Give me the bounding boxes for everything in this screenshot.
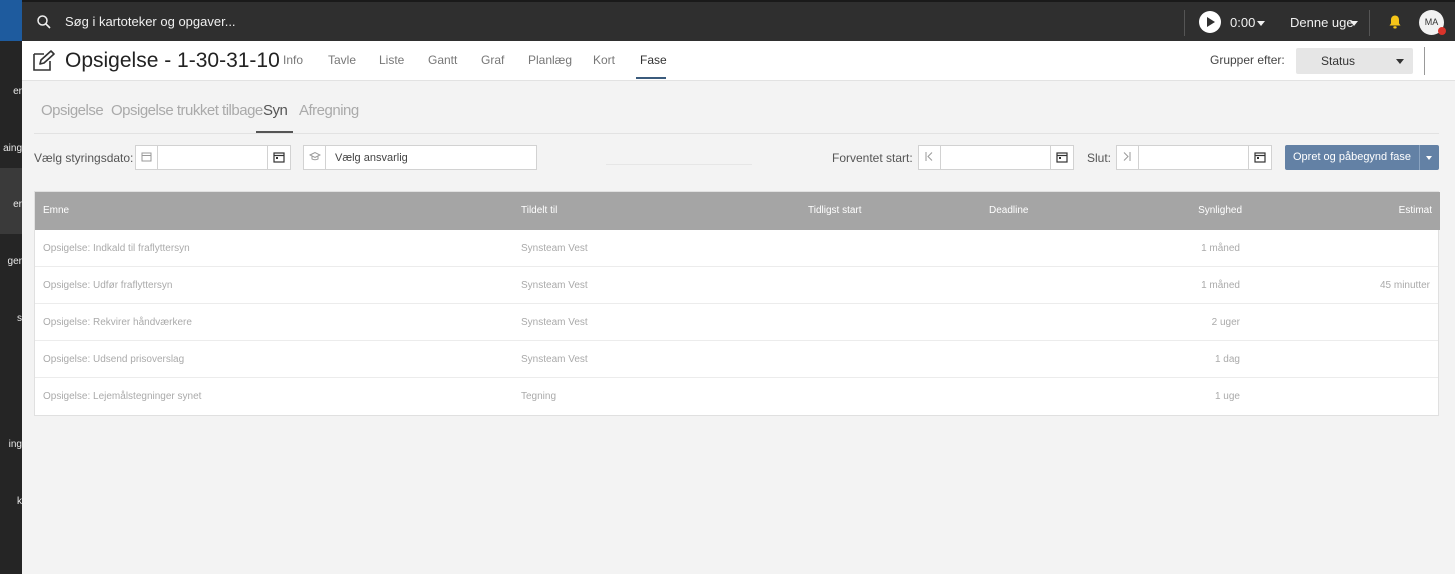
cell-emne: Opsigelse: Rekvirer håndværkere [43, 317, 192, 328]
cell-synlighed: 2 uger [1211, 317, 1240, 328]
slut-field[interactable] [1116, 145, 1272, 170]
cell-synlighed: 1 måned [1201, 243, 1240, 254]
forventet-start-field[interactable] [918, 145, 1074, 170]
chevron-down-icon [1396, 59, 1404, 64]
graduation-cap-icon [304, 146, 326, 169]
group-by-value: Status [1321, 54, 1356, 68]
cell-emne: Opsigelse: Udsend prisoverslag [43, 354, 185, 365]
divider [606, 164, 752, 165]
forventet-start-label: Forventet start: [832, 151, 913, 165]
sidebar-item-1[interactable]: er [0, 86, 22, 97]
page-header: Opsigelse - 1-30-31-10 Info Tavle Liste … [22, 41, 1455, 81]
cell-emne: Opsigelse: Indkald til fraflyttersyn [43, 243, 190, 254]
subtab-opsigelse[interactable]: Opsigelse [41, 102, 104, 119]
search-icon[interactable] [36, 14, 52, 30]
subtab-afregning[interactable]: Afregning [299, 102, 359, 119]
table-row[interactable]: Opsigelse: Lejemålstegninger synet Tegni… [35, 378, 1438, 415]
cell-synlighed: 1 måned [1201, 280, 1240, 291]
timer-value[interactable]: 0:00 [1230, 15, 1255, 30]
column-header-emne[interactable]: Emne [43, 205, 69, 216]
ansvarlig-placeholder: Vælg ansvarlig [335, 152, 408, 164]
bell-icon[interactable] [1388, 14, 1402, 30]
top-bar: Søg i kartoteker og opgaver... 0:00 Denn… [22, 0, 1455, 41]
topbar-divider [1184, 10, 1185, 36]
create-options-dropdown[interactable] [1419, 145, 1439, 170]
play-timer-button[interactable] [1199, 11, 1221, 33]
tab-info[interactable]: Info [283, 53, 303, 67]
tab-graf[interactable]: Graf [481, 53, 504, 67]
group-by-label: Grupper efter: [1210, 53, 1285, 67]
table-header: Emne Tildelt til Tidligst start Deadline… [35, 192, 1440, 230]
skip-start-icon [919, 146, 941, 169]
subtab-divider [34, 133, 1439, 134]
phase-task-table: Emne Tildelt til Tidligst start Deadline… [34, 191, 1440, 416]
column-header-tildelt-til[interactable]: Tildelt til [521, 205, 557, 216]
brand-logo[interactable] [0, 0, 22, 41]
calendar-picker-icon[interactable] [1050, 146, 1073, 169]
slut-label: Slut: [1087, 151, 1112, 165]
ansvarlig-field[interactable]: Vælg ansvarlig [303, 145, 537, 170]
cell-synlighed: 1 uge [1214, 391, 1240, 402]
active-tab-indicator [636, 77, 666, 79]
cell-tildelt: Synsteam Vest [521, 243, 588, 254]
edit-icon[interactable] [32, 50, 55, 72]
cell-synlighed: 1 dag [1214, 354, 1240, 365]
page-title: Opsigelse - 1-30-31-10 [65, 49, 280, 72]
column-header-tidligst-start[interactable]: Tidligst start [808, 205, 862, 216]
tab-kort[interactable]: Kort [593, 53, 615, 67]
topbar-divider [1369, 10, 1370, 36]
column-header-deadline[interactable]: Deadline [989, 205, 1028, 216]
table-row[interactable]: Opsigelse: Udfør fraflyttersyn Synsteam … [35, 267, 1438, 304]
chevron-down-icon [1426, 156, 1432, 160]
chevron-down-icon[interactable] [1350, 21, 1358, 26]
cell-emne: Opsigelse: Udfør fraflyttersyn [43, 280, 173, 291]
subtab-syn[interactable]: Syn [263, 102, 288, 119]
cell-tildelt: Synsteam Vest [521, 317, 588, 328]
table-row[interactable]: Opsigelse: Udsend prisoverslag Synsteam … [35, 341, 1438, 378]
sidebar-item-7[interactable]: k [0, 496, 22, 507]
column-header-estimat[interactable]: Estimat [1399, 205, 1432, 216]
cell-estimat: 45 minutter [1379, 280, 1430, 291]
skip-end-icon [1117, 146, 1139, 169]
table-row[interactable]: Opsigelse: Indkald til fraflyttersyn Syn… [35, 230, 1438, 267]
search-input[interactable]: Søg i kartoteker og opgaver... [65, 14, 236, 29]
styringsdato-field[interactable] [135, 145, 291, 170]
tab-gantt[interactable]: Gantt [428, 53, 457, 67]
group-by-select[interactable]: Status [1296, 48, 1413, 74]
tab-tavle[interactable]: Tavle [328, 53, 356, 67]
calendar-picker-icon[interactable] [267, 146, 290, 169]
column-header-synlighed[interactable]: Synlighed [1198, 205, 1242, 216]
chevron-down-icon[interactable] [1257, 21, 1265, 26]
sidebar-item-4[interactable]: ger [0, 256, 22, 267]
sidebar-item-6[interactable]: ing [0, 439, 22, 450]
cell-tildelt: Synsteam Vest [521, 354, 588, 365]
cell-tildelt: Tegning [521, 391, 557, 402]
header-divider [1424, 47, 1425, 75]
calendar-icon [136, 146, 158, 169]
tab-planlaeg[interactable]: Planlæg [528, 53, 572, 67]
tab-fase[interactable]: Fase [640, 53, 667, 67]
cell-emne: Opsigelse: Lejemålstegninger synet [43, 391, 202, 402]
notification-dot [1438, 27, 1446, 35]
tab-liste[interactable]: Liste [379, 53, 404, 67]
week-selector[interactable]: Denne uge [1290, 15, 1354, 30]
table-row[interactable]: Opsigelse: Rekvirer håndværkere Synsteam… [35, 304, 1438, 341]
create-and-start-phase-button[interactable]: Opret og påbegynd fase [1285, 145, 1419, 170]
calendar-picker-icon[interactable] [1248, 146, 1271, 169]
subtab-opsigelse-trukket-tilbage[interactable]: Opsigelse trukket tilbage [111, 102, 263, 119]
sidebar-item-2[interactable]: aing [0, 143, 22, 154]
cell-tildelt: Synsteam Vest [521, 280, 588, 291]
left-sidebar: er aing er ger s ing k [0, 0, 22, 574]
styringsdato-label: Vælg styringsdato: [34, 151, 134, 165]
sidebar-item-5[interactable]: s [0, 313, 22, 324]
sidebar-item-3[interactable]: er [0, 199, 22, 210]
